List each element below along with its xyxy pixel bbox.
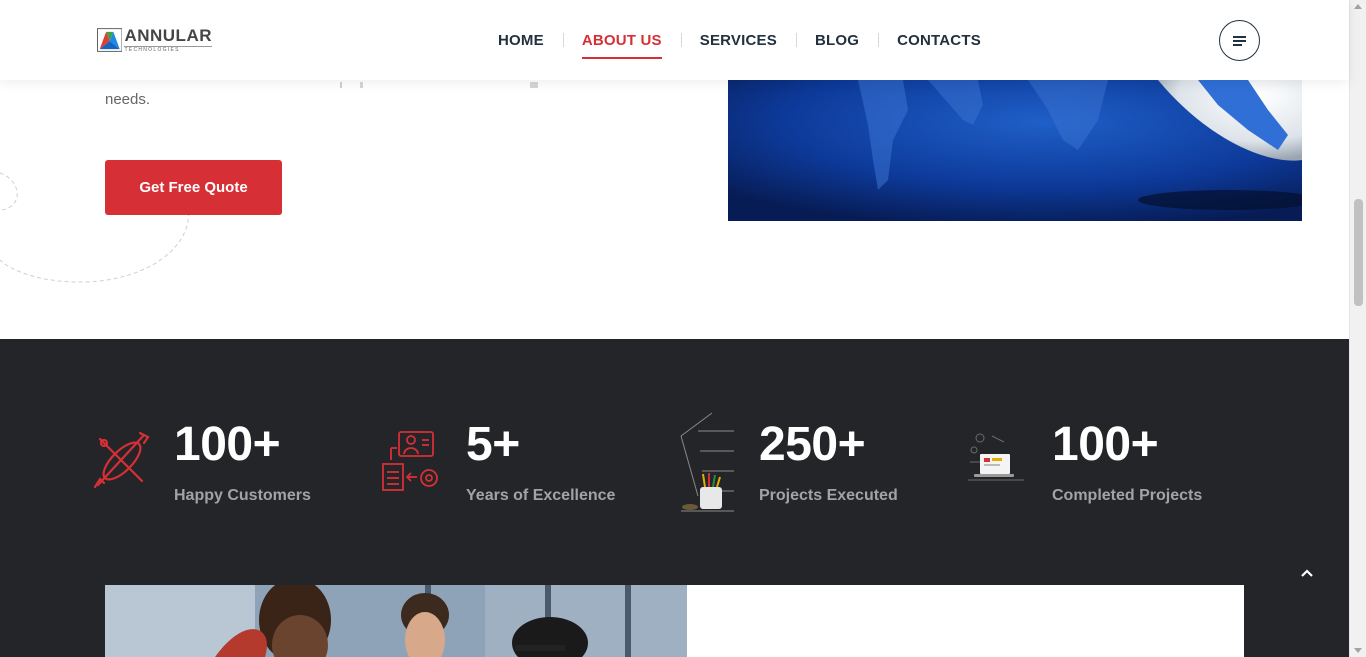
nav-item-label: BLOG [814,31,860,49]
stat-number: 5+ [466,418,520,471]
intro-text: needs. [105,91,151,108]
brand-tagline: TECHNOLOGIES [124,46,212,53]
laptop-icon [968,433,1024,481]
stat-number: 100+ [174,418,281,471]
content-card [687,585,1244,657]
site-header: ANNULAR TECHNOLOGIES HOME ABOUT US SERVI… [0,0,1349,80]
globe-image [728,80,1302,221]
stat-label: Happy Customers [174,487,311,504]
team-photo-illustration [105,585,687,657]
scroll-to-top-button[interactable] [1294,560,1320,586]
design-tools-icon [93,431,150,489]
nav-item-blog[interactable]: BLOG [795,0,878,80]
scroll-up-arrow-icon[interactable] [1354,4,1362,9]
main-nav: HOME ABOUT US SERVICES BLOG CONTACTS [479,0,1000,80]
desk-lamp-icon [680,412,734,512]
brand-name: ANNULAR [124,26,212,45]
hamburger-icon [1232,35,1246,46]
team-photo [105,585,687,657]
active-underline [581,57,662,59]
scrollbar-thumb[interactable] [1354,199,1363,306]
stat-label: Years of Excellence [466,487,616,504]
chevron-up-icon [1301,569,1313,577]
nav-item-home[interactable]: HOME [479,0,563,80]
nav-item-label: SERVICES [699,31,777,49]
stat-label: Projects Executed [759,487,898,504]
globe-illustration [728,80,1302,221]
stat-completed-projects: 100+ Completed Projects [966,339,1246,539]
nav-item-contacts[interactable]: CONTACTS [878,0,1000,80]
workflow-icon [382,431,438,491]
stat-years-of-excellence: 5+ Years of Excellence [381,339,641,539]
logo-mark-icon [97,28,123,52]
stat-happy-customers: 100+ Happy Customers [92,339,352,539]
nav-item-label: CONTACTS [897,31,981,49]
faded-text-fragment [340,82,538,88]
stat-projects-executed: 250+ Projects Executed [678,339,938,539]
nav-item-services[interactable]: SERVICES [680,0,796,80]
stat-number: 250+ [759,418,866,471]
scroll-down-arrow-icon[interactable] [1354,648,1362,653]
nav-item-about-us[interactable]: ABOUT US [562,0,681,80]
nav-item-label: HOME [498,31,544,49]
stat-number: 100+ [1052,418,1159,471]
get-free-quote-button[interactable]: Get Free Quote [105,160,282,215]
brand-logo[interactable]: ANNULAR TECHNOLOGIES [97,26,212,54]
stat-label: Completed Projects [1052,487,1203,504]
page-scrollbar[interactable] [1349,0,1366,657]
logo-text: ANNULAR TECHNOLOGIES [124,27,212,53]
nav-item-label: ABOUT US [581,31,662,49]
menu-button[interactable] [1219,20,1260,61]
